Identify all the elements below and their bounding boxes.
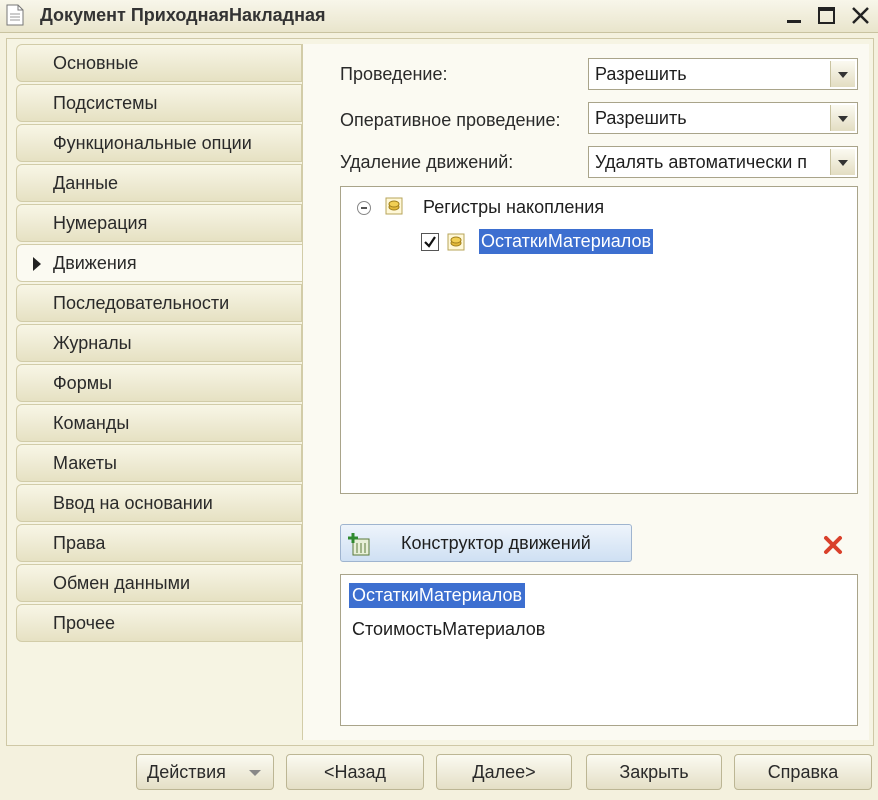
- sidebar-item-subsystems[interactable]: Подсистемы: [16, 84, 302, 122]
- sidebar-item-other[interactable]: Прочее: [16, 604, 302, 642]
- close-icon[interactable]: [850, 6, 872, 26]
- delete-movements-select[interactable]: Удалять автоматически п: [588, 146, 858, 178]
- actions-button[interactable]: Действия: [136, 754, 274, 790]
- sidebar-item-label: Обмен данными: [53, 573, 191, 593]
- delete-movements-dropdown-button[interactable]: [830, 149, 855, 175]
- active-arrow-icon: [33, 257, 41, 271]
- back-button[interactable]: <Назад: [286, 754, 424, 790]
- chevron-down-icon: [838, 116, 848, 122]
- posting-select[interactable]: Разрешить: [588, 58, 858, 90]
- sidebar-item-sequences[interactable]: Последовательности: [16, 284, 302, 322]
- sidebar-item-commands[interactable]: Команды: [16, 404, 302, 442]
- title-bar: Документ ПриходнаяНакладная: [0, 0, 878, 33]
- sidebar-item-journals[interactable]: Журналы: [16, 324, 302, 362]
- list-item[interactable]: СтоимостьМатериалов: [352, 619, 545, 640]
- collapse-icon[interactable]: [357, 201, 371, 215]
- sidebar-item-main[interactable]: Основные: [16, 44, 302, 82]
- sidebar-item-data-exchange[interactable]: Обмен данными: [16, 564, 302, 602]
- movements-list[interactable]: ОстаткиМатериалов СтоимостьМатериалов: [340, 574, 858, 726]
- sidebar-item-rights[interactable]: Права: [16, 524, 302, 562]
- chevron-down-icon: [838, 160, 848, 166]
- posting-select-value: Разрешить: [595, 64, 687, 84]
- constructor-icon: [348, 533, 370, 556]
- posting-dropdown-button[interactable]: [830, 61, 855, 87]
- sidebar-item-forms[interactable]: Формы: [16, 364, 302, 402]
- maximize-icon[interactable]: [816, 6, 838, 26]
- sidebar-item-label: Движения: [53, 253, 137, 273]
- delete-icon[interactable]: [822, 534, 844, 556]
- realtime-posting-select[interactable]: Разрешить: [588, 102, 858, 134]
- sidebar-item-label: Журналы: [53, 333, 132, 353]
- sidebar-item-label: Данные: [53, 173, 119, 193]
- close-button-label: Закрыть: [619, 762, 689, 782]
- sidebar-item-label: Подсистемы: [53, 93, 158, 113]
- minimize-icon[interactable]: [784, 6, 806, 26]
- delete-movements-select-value: Удалять автоматически п: [595, 152, 808, 172]
- register-icon: [385, 197, 403, 215]
- delete-movements-label: Удаление движений:: [340, 152, 514, 172]
- tree-group-label: Регистры накопления: [423, 197, 605, 217]
- tree-item-selected[interactable]: ОстаткиМатериалов: [479, 229, 654, 254]
- sidebar-item-label: Макеты: [53, 453, 117, 473]
- help-button-label: Справка: [767, 762, 839, 782]
- realtime-posting-dropdown-button[interactable]: [830, 105, 855, 131]
- next-button-label: Далее>: [472, 762, 536, 782]
- register-icon: [447, 233, 465, 251]
- next-button[interactable]: Далее>: [436, 754, 572, 790]
- sidebar-item-functional-options[interactable]: Функциональные опции: [16, 124, 302, 162]
- sidebar-item-movements[interactable]: Движения: [16, 244, 306, 282]
- sidebar-item-templates[interactable]: Макеты: [16, 444, 302, 482]
- back-button-label: <Назад: [323, 762, 387, 782]
- register-checkbox[interactable]: [421, 233, 439, 251]
- registers-tree[interactable]: Регистры накопления ОстаткиМатериалов: [340, 186, 858, 494]
- chevron-down-icon: [838, 72, 848, 78]
- sidebar-item-numbering[interactable]: Нумерация: [16, 204, 302, 242]
- actions-button-label: Действия: [147, 762, 226, 782]
- movements-constructor-button[interactable]: Конструктор движений: [340, 524, 632, 562]
- window-title: Документ ПриходнаяНакладная: [40, 5, 326, 25]
- sidebar-item-label: Прочее: [53, 613, 115, 633]
- sidebar-item-label: Формы: [53, 373, 113, 393]
- sidebar-item-label: Последовательности: [53, 293, 230, 313]
- sidebar-item-label: Ввод на основании: [53, 493, 213, 513]
- list-item[interactable]: ОстаткиМатериалов: [349, 583, 526, 608]
- help-button[interactable]: Справка: [734, 754, 872, 790]
- sidebar-item-label: Основные: [53, 53, 139, 73]
- sidebar-item-label: Команды: [53, 413, 130, 433]
- sidebar-item-label: Функциональные опции: [53, 133, 252, 153]
- checkmark-icon: [424, 236, 436, 248]
- constructor-button-label: Конструктор движений: [401, 533, 591, 553]
- close-button[interactable]: Закрыть: [586, 754, 722, 790]
- realtime-posting-label: Оперативное проведение:: [340, 110, 561, 130]
- document-icon: [6, 4, 24, 26]
- sidebar-item-label: Права: [53, 533, 106, 553]
- sidebar-item-data[interactable]: Данные: [16, 164, 302, 202]
- sidebar-item-label: Нумерация: [53, 213, 148, 233]
- realtime-posting-select-value: Разрешить: [595, 108, 687, 128]
- posting-label: Проведение:: [340, 64, 448, 84]
- sidebar-item-input-based-on[interactable]: Ввод на основании: [16, 484, 302, 522]
- chevron-down-icon: [249, 770, 261, 776]
